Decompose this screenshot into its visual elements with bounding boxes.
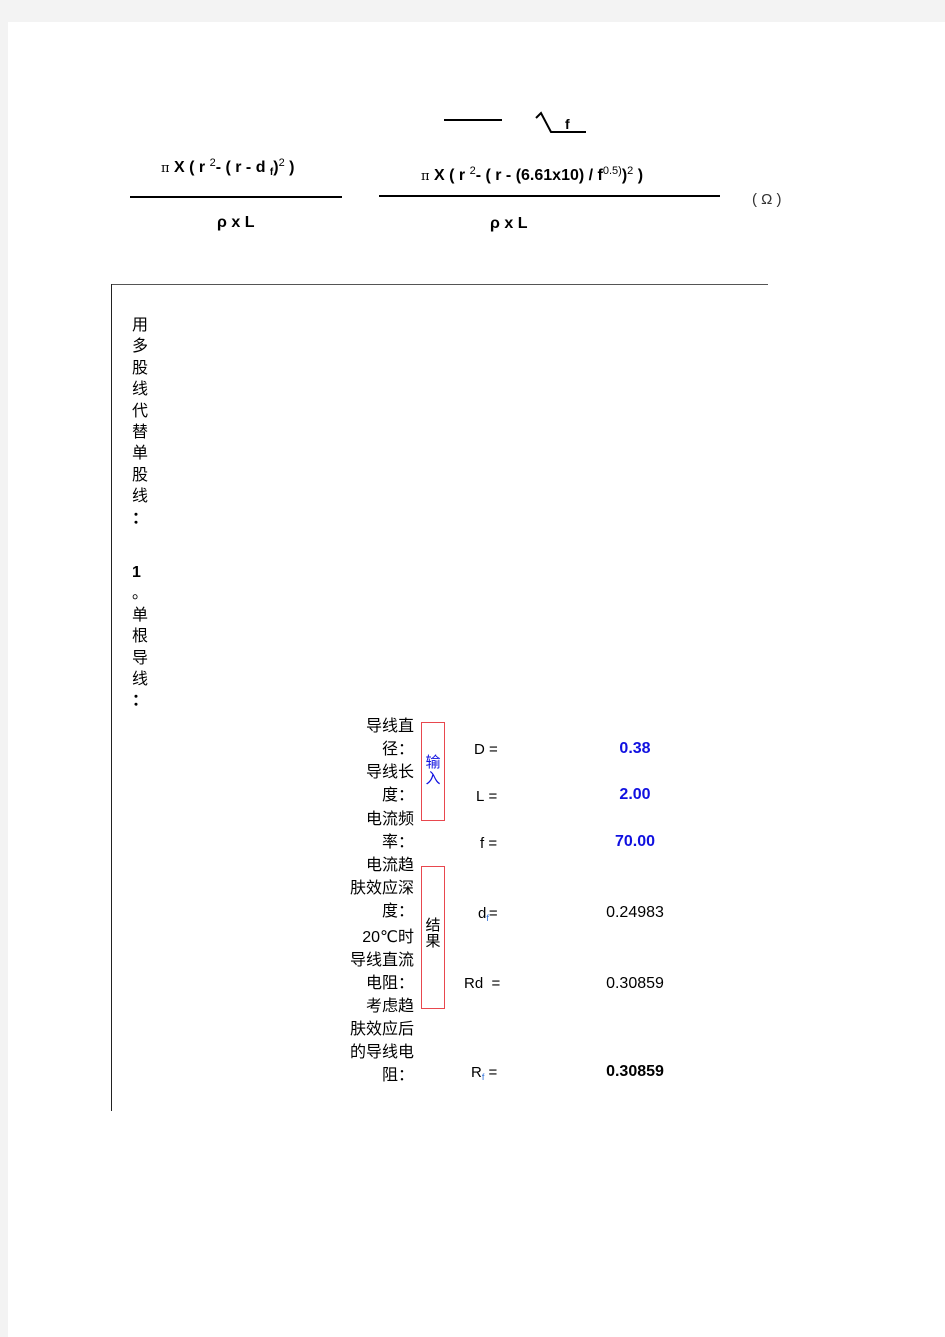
- input-tag-box: 输入: [421, 722, 445, 821]
- label-frequency: 电流频 率：: [365, 811, 414, 851]
- symbol-rf: Rf =: [471, 1064, 498, 1082]
- formula-ac-denominator: ρ x L: [490, 215, 528, 232]
- unit-label: ( Ω ): [752, 191, 782, 208]
- section-title: 用 多 股 线 代 替 单 股 线 ：: [132, 317, 149, 527]
- label-skin-depth: 电流趋 肤效应深 度：: [349, 857, 414, 920]
- frame-top-border: [111, 284, 768, 285]
- label-diameter: 导线直 径：: [365, 718, 414, 758]
- label-length: 导线长 度：: [365, 764, 414, 804]
- symbol-d: D =: [474, 741, 498, 758]
- result-tag: 结果: [425, 917, 441, 950]
- input-frequency-value[interactable]: 70.00: [575, 833, 695, 851]
- formula-ac-fraction-bar: [379, 195, 720, 197]
- input-length-value[interactable]: 2.00: [575, 786, 695, 804]
- formula-dc-numerator: π X ( r 2- ( r - d f)2 ): [161, 157, 295, 178]
- symbol-l: L =: [476, 788, 498, 805]
- symbol-rd: Rd =: [464, 975, 501, 992]
- fraction-bar-top: [444, 119, 502, 121]
- symbol-df: df=: [478, 905, 498, 923]
- result-tag-box: 结果: [421, 866, 445, 1009]
- input-diameter-value[interactable]: 0.38: [575, 740, 695, 758]
- sqrt-icon: [535, 111, 586, 133]
- result-skin-depth-value: 0.24983: [606, 904, 664, 921]
- formula-ac-numerator: π X ( r 2- ( r - (6.61x10) / f0.5))2 ): [421, 165, 644, 184]
- result-dc-resistance-value: 0.30859: [606, 975, 664, 992]
- section-subtitle: 1 。 单 根 导 线 ：: [132, 564, 149, 710]
- formula-dc-denominator: ρ x L: [217, 214, 255, 231]
- symbol-f: f =: [480, 835, 498, 852]
- label-dc-resistance: 20℃时 导线直流 电阻：: [349, 929, 414, 992]
- input-tag: 输入: [425, 754, 441, 787]
- label-ac-resistance: 考虑趋 肤效应后 的导线电 阻：: [349, 998, 414, 1084]
- sqrt-label: f: [565, 116, 570, 132]
- formula-dc-fraction-bar: [130, 196, 342, 198]
- result-ac-resistance-value: 0.30859: [606, 1063, 664, 1080]
- frame-left-border: [111, 284, 112, 1111]
